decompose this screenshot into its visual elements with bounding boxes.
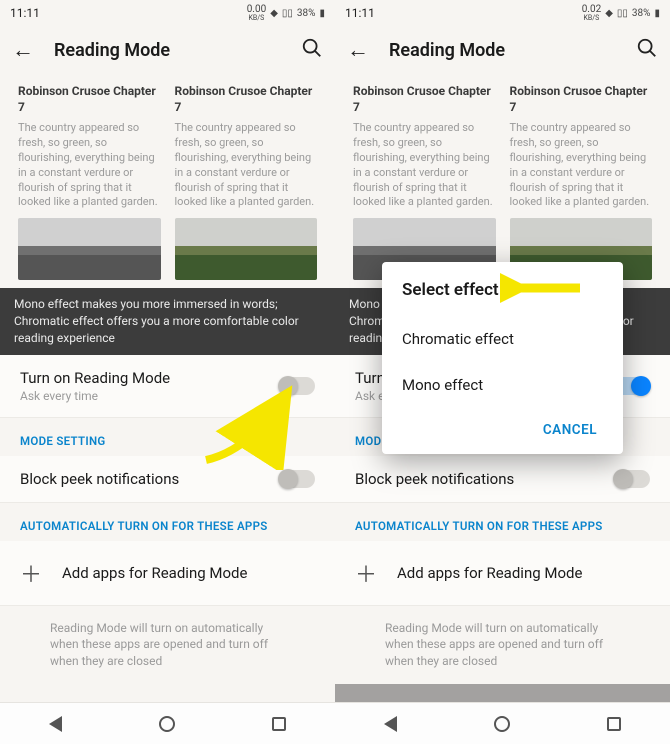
- effect-previews: Robinson Crusoe Chapter 7 The country ap…: [335, 74, 670, 288]
- preview-text: The country appeared so fresh, so green,…: [353, 121, 496, 210]
- status-bar: 11:11 0.02KB/S ◆ ▯▯ 38% ▮: [335, 0, 670, 26]
- preview-title: Robinson Crusoe Chapter 7: [18, 84, 161, 115]
- net-speed: 0.02KB/S: [582, 4, 602, 22]
- add-apps-row[interactable]: ＋ Add apps for Reading Mode: [0, 541, 335, 606]
- nav-recents-icon[interactable]: [272, 717, 286, 731]
- battery-pct: 38%: [297, 8, 316, 19]
- nav-recents-icon[interactable]: [607, 717, 621, 731]
- auto-apps-note: Reading Mode will turn on automatically …: [0, 606, 335, 684]
- add-apps-label: Add apps for Reading Mode: [397, 564, 582, 582]
- phone-left: 11:11 0.00KB/S ◆ ▯▯ 38% ▮ ← Reading Mode…: [0, 0, 335, 744]
- block-notifications-toggle[interactable]: [279, 470, 315, 488]
- block-notifications-toggle[interactable]: [614, 470, 650, 488]
- status-time: 11:11: [10, 6, 40, 20]
- reading-mode-toggle[interactable]: [279, 377, 315, 395]
- preview-title: Robinson Crusoe Chapter 7: [175, 84, 318, 115]
- dialog-title: Select effect: [402, 280, 603, 300]
- dialog-option-mono[interactable]: Mono effect: [402, 362, 603, 408]
- effect-description-banner: Mono effect makes you more immersed in w…: [0, 288, 335, 354]
- signal-icon: ▯▯: [617, 8, 628, 19]
- plus-icon: ＋: [20, 557, 42, 589]
- nav-back-icon[interactable]: [49, 716, 62, 732]
- preview-mono[interactable]: Robinson Crusoe Chapter 7 The country ap…: [18, 84, 161, 280]
- preview-image-mono: [18, 218, 161, 280]
- battery-icon: ▮: [654, 8, 660, 19]
- android-navbar: [0, 702, 335, 744]
- phone-right: 11:11 0.02KB/S ◆ ▯▯ 38% ▮ ← Reading Mode…: [335, 0, 670, 744]
- preview-text: The country appeared so fresh, so green,…: [18, 121, 161, 210]
- turn-on-reading-mode-row[interactable]: Turn on Reading Mode Ask every time: [0, 355, 335, 418]
- status-icons: 0.00KB/S ◆ ▯▯ 38% ▮: [247, 4, 325, 22]
- row-subtext: Ask every time: [20, 389, 279, 403]
- select-effect-dialog: Select effect Chromatic effect Mono effe…: [382, 262, 623, 454]
- dialog-cancel-button[interactable]: CANCEL: [402, 408, 603, 442]
- back-icon[interactable]: ←: [347, 37, 369, 63]
- dialog-option-chromatic[interactable]: Chromatic effect: [402, 316, 603, 362]
- effect-previews: Robinson Crusoe Chapter 7 The country ap…: [0, 74, 335, 288]
- page-title: Reading Mode: [389, 40, 636, 61]
- wifi-icon: ◆: [605, 8, 613, 19]
- auto-apps-note: Reading Mode will turn on automatically …: [335, 606, 670, 684]
- page-title: Reading Mode: [54, 40, 301, 61]
- preview-mono[interactable]: Robinson Crusoe Chapter 7 The country ap…: [353, 84, 496, 280]
- block-notifications-row[interactable]: Block peek notifications: [335, 456, 670, 503]
- row-label: Block peek notifications: [355, 470, 614, 488]
- android-navbar: [335, 702, 670, 744]
- app-header: ← Reading Mode: [0, 26, 335, 74]
- battery-icon: ▮: [319, 8, 325, 19]
- block-notifications-row[interactable]: Block peek notifications: [0, 456, 335, 503]
- add-apps-row[interactable]: ＋ Add apps for Reading Mode: [335, 541, 670, 606]
- row-label: Block peek notifications: [20, 470, 279, 488]
- preview-chromatic[interactable]: Robinson Crusoe Chapter 7 The country ap…: [175, 84, 318, 280]
- section-auto-apps: AUTOMATICALLY TURN ON FOR THESE APPS: [0, 503, 335, 541]
- status-bar: 11:11 0.00KB/S ◆ ▯▯ 38% ▮: [0, 0, 335, 26]
- preview-image-chromatic: [175, 218, 318, 280]
- status-time: 11:11: [345, 6, 375, 20]
- row-label: Turn on Reading Mode: [20, 369, 279, 387]
- back-icon[interactable]: ←: [12, 37, 34, 63]
- status-icons: 0.02KB/S ◆ ▯▯ 38% ▮: [582, 4, 660, 22]
- add-apps-label: Add apps for Reading Mode: [62, 564, 247, 582]
- net-speed: 0.00KB/S: [247, 4, 267, 22]
- plus-icon: ＋: [355, 557, 377, 589]
- search-icon[interactable]: [301, 37, 323, 64]
- battery-pct: 38%: [632, 8, 651, 19]
- preview-title: Robinson Crusoe Chapter 7: [510, 84, 653, 115]
- preview-text: The country appeared so fresh, so green,…: [510, 121, 653, 210]
- preview-title: Robinson Crusoe Chapter 7: [353, 84, 496, 115]
- app-header: ← Reading Mode: [335, 26, 670, 74]
- nav-back-icon[interactable]: [384, 716, 397, 732]
- wifi-icon: ◆: [270, 8, 278, 19]
- section-mode-setting: MODE SETTING: [0, 418, 335, 456]
- nav-home-icon[interactable]: [494, 716, 510, 732]
- nav-home-icon[interactable]: [159, 716, 175, 732]
- search-icon[interactable]: [636, 37, 658, 64]
- preview-chromatic[interactable]: Robinson Crusoe Chapter 7 The country ap…: [510, 84, 653, 280]
- signal-icon: ▯▯: [282, 8, 293, 19]
- section-auto-apps: AUTOMATICALLY TURN ON FOR THESE APPS: [335, 503, 670, 541]
- preview-text: The country appeared so fresh, so green,…: [175, 121, 318, 210]
